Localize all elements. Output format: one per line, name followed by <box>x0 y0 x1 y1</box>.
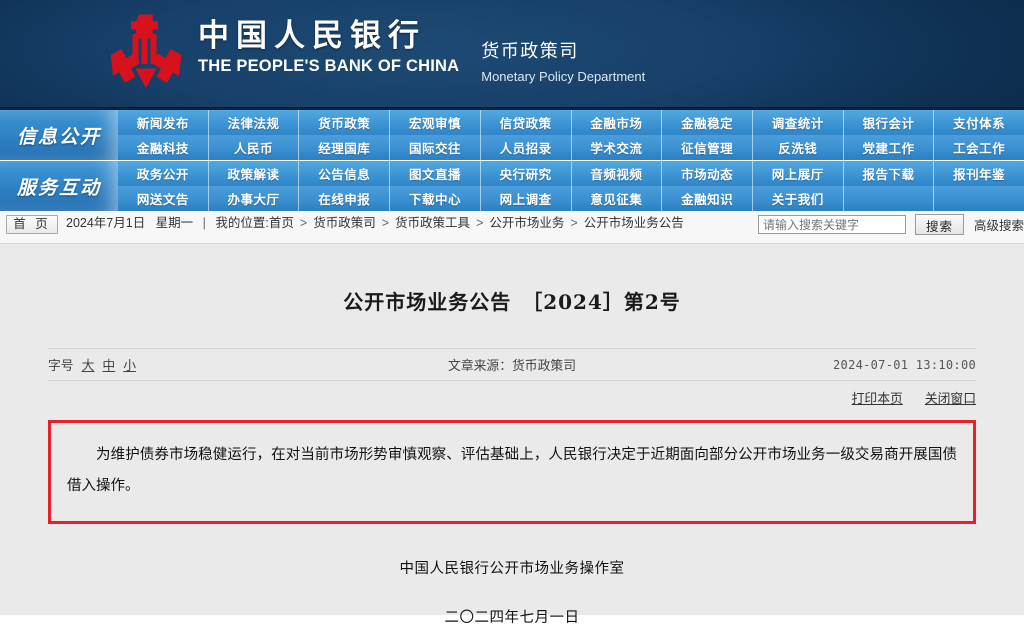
nav-item-international[interactable]: 国际交往 <box>390 135 481 160</box>
breadcrumb-item-tools[interactable]: 货币政策工具 <box>395 216 470 230</box>
close-window-link[interactable]: 关闭窗口 <box>925 388 976 407</box>
nav-item-online-declaration[interactable]: 在线申报 <box>299 186 391 211</box>
breadcrumb: 2024年7月1日 星期一 | 我的位置:首页 > 货币政策司 > 货币政策工具 > 公开市… <box>66 215 756 231</box>
advanced-search-link[interactable]: 高级搜索 <box>974 215 1024 234</box>
nav-row: 政务公开 政策解读 公告信息 图文直播 央行研究 音频视频 市场动态 网上展厅 … <box>118 161 1024 186</box>
nav-item-recruitment[interactable]: 人员招录 <box>481 135 572 160</box>
header-branding: 中国人民银行 THE PEOPLE'S BANK OF CHINA 货币政策司 … <box>108 13 645 91</box>
font-size-large[interactable]: 大 <box>82 355 95 374</box>
bank-name-en: THE PEOPLE'S BANK OF CHINA <box>198 56 460 75</box>
nav-item-about-us[interactable]: 关于我们 <box>753 186 844 211</box>
nav-item-financial-stability[interactable]: 金融稳定 <box>662 110 753 135</box>
current-weekday: 星期一 <box>155 216 194 230</box>
department-name-en: Monetary Policy Department <box>481 69 646 84</box>
article-timestamp: 2024-07-01 13:10:00 <box>833 357 976 372</box>
nav-item-policy-interpretation[interactable]: 政策解读 <box>209 161 300 186</box>
nav-row: 金融科技 人民币 经理国库 国际交往 人员招录 学术交流 征信管理 反洗钱 党建… <box>118 135 1024 160</box>
nav-item-government-affairs[interactable]: 政务公开 <box>118 161 209 186</box>
current-date: 2024年7月1日 <box>66 216 146 230</box>
search-area: 搜索 高级搜索 <box>757 214 1024 235</box>
nav-row: 网送文告 办事大厅 在线申报 下载中心 网上调查 意见征集 金融知识 关于我们 <box>118 186 1024 211</box>
nav-item-financial-market[interactable]: 金融市场 <box>572 110 663 135</box>
nav-item-live-broadcast[interactable]: 图文直播 <box>390 161 481 186</box>
font-size-medium[interactable]: 中 <box>102 355 115 374</box>
nav-group-information-disclosure: 信息公开 新闻发布 法律法规 货币政策 宏观审慎 信贷政策 金融市场 金融稳定 … <box>0 110 1024 161</box>
nav-item-anti-money-laundering[interactable]: 反洗钱 <box>753 135 844 160</box>
announcement-body-text: 为维护债券市场稳健运行，在对当前市场形势审慎观察、评估基础上，人民银行决定于近期… <box>67 447 957 494</box>
nav-item-fintech[interactable]: 金融科技 <box>118 135 209 160</box>
print-page-link[interactable]: 打印本页 <box>852 388 903 407</box>
nav-item-rmb[interactable]: 人民币 <box>209 135 300 160</box>
nav-group-title-information[interactable]: 信息公开 <box>0 110 118 160</box>
nav-item-online-exhibition[interactable]: 网上展厅 <box>753 161 844 186</box>
bank-name-cn: 中国人民银行 <box>198 18 426 53</box>
breadcrumb-item-home[interactable]: 首页 <box>269 216 294 230</box>
nav-item-feedback[interactable]: 意见征集 <box>572 186 663 211</box>
nav-item-treasury-mgmt[interactable]: 经理国库 <box>299 135 391 160</box>
nav-item-report-download[interactable]: 报告下载 <box>844 161 935 186</box>
signature-organization: 中国人民银行公开市场业务操作室 <box>399 561 625 577</box>
nav-item-news-release[interactable]: 新闻发布 <box>118 110 209 135</box>
department-block: 货币政策司 Monetary Policy Department <box>481 13 645 84</box>
nav-item-financial-knowledge[interactable]: 金融知识 <box>662 186 753 211</box>
font-size-small[interactable]: 小 <box>123 355 136 374</box>
font-size-controls: 字号 大 中 小 <box>48 355 136 374</box>
nav-item-labor-union[interactable]: 工会工作 <box>934 135 1024 160</box>
nav-item-laws-regulations[interactable]: 法律法规 <box>209 110 300 135</box>
breadcrumb-item-open-market[interactable]: 公开市场业务 <box>489 216 564 230</box>
nav-rows-services: 政务公开 政策解读 公告信息 图文直播 央行研究 音频视频 市场动态 网上展厅 … <box>118 161 1024 211</box>
nav-item-credit-policy[interactable]: 信贷政策 <box>481 110 572 135</box>
breadcrumb-sep: > <box>381 216 390 230</box>
search-button[interactable]: 搜索 <box>914 214 964 235</box>
page-title: 公开市场业务公告 ［2024］第2号 <box>343 290 681 314</box>
nav-item-service-hall[interactable]: 办事大厅 <box>209 186 300 211</box>
nav-row: 新闻发布 法律法规 货币政策 宏观审慎 信贷政策 金融市场 金融稳定 调查统计 … <box>118 110 1024 135</box>
main-content: 公开市场业务公告 ［2024］第2号 字号 大 中 小 文章来源：货币政策司 2… <box>0 244 1024 626</box>
department-name-cn: 货币政策司 <box>481 41 579 61</box>
nav-item-audio-video[interactable]: 音频视频 <box>572 161 663 186</box>
nav-group-title-services[interactable]: 服务互动 <box>0 161 118 211</box>
breadcrumb-divider: | <box>202 216 206 230</box>
nav-item-bank-accounting[interactable]: 银行会计 <box>844 110 935 135</box>
announcement-highlight-box: 为维护债券市场稳健运行，在对当前市场形势审慎观察、评估基础上，人民银行决定于近期… <box>48 420 976 524</box>
nav-item-placeholder-2 <box>934 186 1024 211</box>
breadcrumb-sep: > <box>299 216 308 230</box>
pboc-logo-icon <box>108 13 184 91</box>
nav-item-central-bank-research[interactable]: 央行研究 <box>481 161 572 186</box>
nav-item-periodicals[interactable]: 报刊年鉴 <box>934 161 1024 186</box>
nav-item-payment-system[interactable]: 支付体系 <box>934 110 1024 135</box>
nav-item-macro-prudential[interactable]: 宏观审慎 <box>390 110 481 135</box>
main-navigation: 信息公开 新闻发布 法律法规 货币政策 宏观审慎 信贷政策 金融市场 金融稳定 … <box>0 110 1024 211</box>
bank-name-block: 中国人民银行 THE PEOPLE'S BANK OF CHINA <box>198 13 459 76</box>
nav-item-credit-reference[interactable]: 征信管理 <box>662 135 753 160</box>
search-input[interactable] <box>757 215 906 234</box>
breadcrumb-sep: > <box>476 216 484 230</box>
nav-item-academic-exchange[interactable]: 学术交流 <box>572 135 663 160</box>
breadcrumb-bar: 首 页 2024年7月1日 星期一 | 我的位置:首页 > 货币政策司 > 货币政策工具… <box>0 211 1024 244</box>
nav-item-placeholder-1 <box>844 186 935 211</box>
site-header-banner: 中国人民银行 THE PEOPLE'S BANK OF CHINA 货币政策司 … <box>0 0 1024 110</box>
nav-item-announcements[interactable]: 公告信息 <box>299 161 391 186</box>
nav-item-online-survey[interactable]: 网上调查 <box>481 186 572 211</box>
nav-rows-information: 新闻发布 法律法规 货币政策 宏观审慎 信贷政策 金融市场 金融稳定 调查统计 … <box>118 110 1024 160</box>
nav-item-monetary-policy[interactable]: 货币政策 <box>299 110 391 135</box>
article-meta-row: 字号 大 中 小 文章来源：货币政策司 2024-07-01 13:10:00 <box>48 348 976 381</box>
breadcrumb-item-mpd[interactable]: 货币政策司 <box>313 216 376 230</box>
nav-item-online-documents[interactable]: 网送文告 <box>118 186 209 211</box>
location-label: 我的位置: <box>215 216 269 230</box>
nav-item-party-building[interactable]: 党建工作 <box>844 135 935 160</box>
breadcrumb-sep: > <box>570 216 578 230</box>
nav-item-download-center[interactable]: 下载中心 <box>390 186 481 211</box>
page-root: 中国人民银行 THE PEOPLE'S BANK OF CHINA 货币政策司 … <box>0 0 1024 638</box>
font-size-label: 字号 <box>48 358 74 373</box>
nav-item-market-trends[interactable]: 市场动态 <box>662 161 753 186</box>
home-button[interactable]: 首 页 <box>6 215 58 234</box>
article-tool-row: 打印本页 关闭窗口 <box>48 381 976 413</box>
nav-group-services-interaction: 服务互动 政务公开 政策解读 公告信息 图文直播 央行研究 音频视频 市场动态 … <box>0 161 1024 211</box>
signature-date: 二〇二四年七月一日 <box>444 610 580 626</box>
nav-item-survey-statistics[interactable]: 调查统计 <box>753 110 844 135</box>
breadcrumb-item-current: 公开市场业务公告 <box>583 216 684 230</box>
